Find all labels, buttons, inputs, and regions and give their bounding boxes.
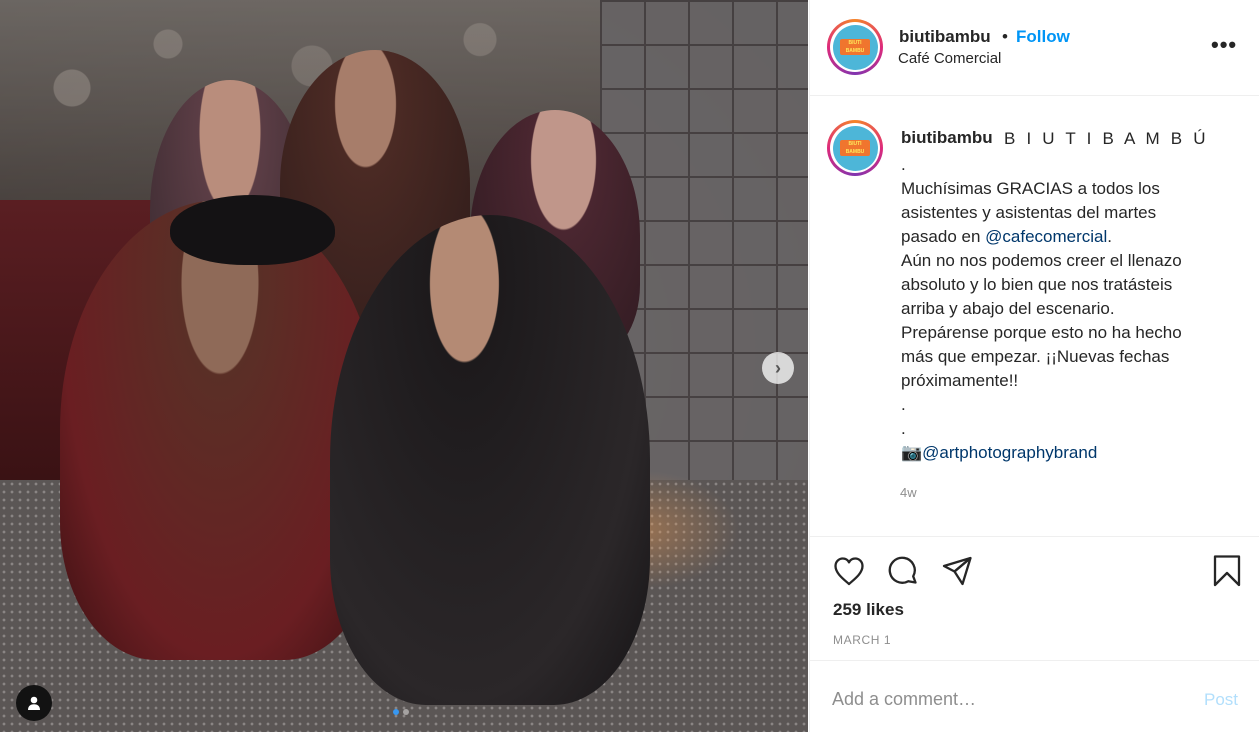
- user-icon: [28, 696, 40, 710]
- mention-link-artphotographybrand[interactable]: @artphotographybrand: [922, 443, 1097, 462]
- avatar-image: BIUTI BAMBU: [832, 24, 878, 70]
- caption-line: más que empezar. ¡¡Nuevas fechas: [901, 347, 1170, 366]
- follow-button[interactable]: Follow: [1016, 27, 1070, 47]
- photo-person: [330, 215, 650, 705]
- post-time-ago[interactable]: 4w: [900, 485, 917, 500]
- share-icon: [942, 556, 972, 586]
- post-comment-button[interactable]: Post: [1204, 690, 1238, 710]
- mention-link-cafecomercial[interactable]: @cafecomercial: [985, 227, 1107, 246]
- caption-line: .: [901, 419, 906, 438]
- share-button[interactable]: [939, 553, 975, 589]
- photo-hat: [170, 195, 335, 265]
- caption-line: arriba y abajo del escenario.: [901, 299, 1115, 318]
- like-button[interactable]: [831, 553, 867, 589]
- brand-logo: BIUTI BAMBU: [840, 140, 870, 156]
- caption-line: .: [901, 155, 906, 174]
- caption-line: 📷@artphotographybrand: [901, 441, 1241, 465]
- caption-line: asistentes y asistentas del martes: [901, 203, 1157, 222]
- save-button[interactable]: [1209, 553, 1245, 589]
- avatar[interactable]: BIUTI BAMBU: [827, 19, 883, 75]
- caption-line: .: [901, 395, 906, 414]
- caption-line: próximamente!!: [901, 371, 1019, 390]
- heart-icon: [834, 557, 864, 586]
- separator-dot: •: [1002, 27, 1008, 46]
- avatar-image: BIUTI BAMBU: [832, 125, 878, 171]
- post-date[interactable]: MARCH 1: [833, 633, 891, 647]
- caption-text: . Muchísimas GRACIAS a todos los asisten…: [901, 153, 1241, 465]
- next-slide-button[interactable]: ›: [762, 352, 794, 384]
- tagged-users-button[interactable]: [16, 685, 52, 721]
- carousel-dot-active: [393, 709, 399, 715]
- brand-logo: BIUTI BAMBU: [840, 39, 870, 55]
- caption-section: BIUTI BAMBU biutibambu B I U T I B A M B…: [810, 96, 1259, 536]
- username-link[interactable]: biutibambu: [899, 27, 991, 47]
- more-options-icon[interactable]: •••: [1211, 34, 1237, 56]
- location-link[interactable]: Café Comercial: [898, 50, 1001, 67]
- caption-line: pasado en @cafecomercial.: [901, 227, 1113, 246]
- likes-count[interactable]: 259 likes: [833, 600, 904, 620]
- post-header: BIUTI BAMBU biutibambu • Follow Café Com…: [810, 0, 1259, 96]
- caption-line: Muchísimas GRACIAS a todos los: [901, 179, 1160, 198]
- caption-line: Prepárense porque esto no ha hecho: [901, 323, 1182, 342]
- carousel-indicator: [393, 709, 409, 715]
- caption-line: Aún no nos podemos creer el llenazo: [901, 251, 1182, 270]
- comment-button[interactable]: [885, 553, 921, 589]
- caption-username-link[interactable]: biutibambu: [901, 128, 993, 148]
- carousel-dot: [403, 709, 409, 715]
- camera-icon: 📷: [901, 443, 923, 462]
- comment-icon: [888, 556, 917, 584]
- caption-avatar[interactable]: BIUTI BAMBU: [827, 120, 883, 176]
- comment-bar: Post: [810, 660, 1259, 732]
- comment-input[interactable]: [832, 687, 1162, 711]
- caption-display-name: B I U T I B A M B Ú: [1004, 129, 1209, 148]
- action-bar: 259 likes MARCH 1: [810, 536, 1259, 660]
- chevron-right-icon: ›: [775, 357, 781, 378]
- post-photo[interactable]: ›: [0, 0, 808, 732]
- bookmark-icon: [1213, 555, 1241, 587]
- caption-line: absoluto y lo bien que nos tratásteis: [901, 275, 1173, 294]
- post-side-panel: BIUTI BAMBU biutibambu • Follow Café Com…: [809, 0, 1259, 732]
